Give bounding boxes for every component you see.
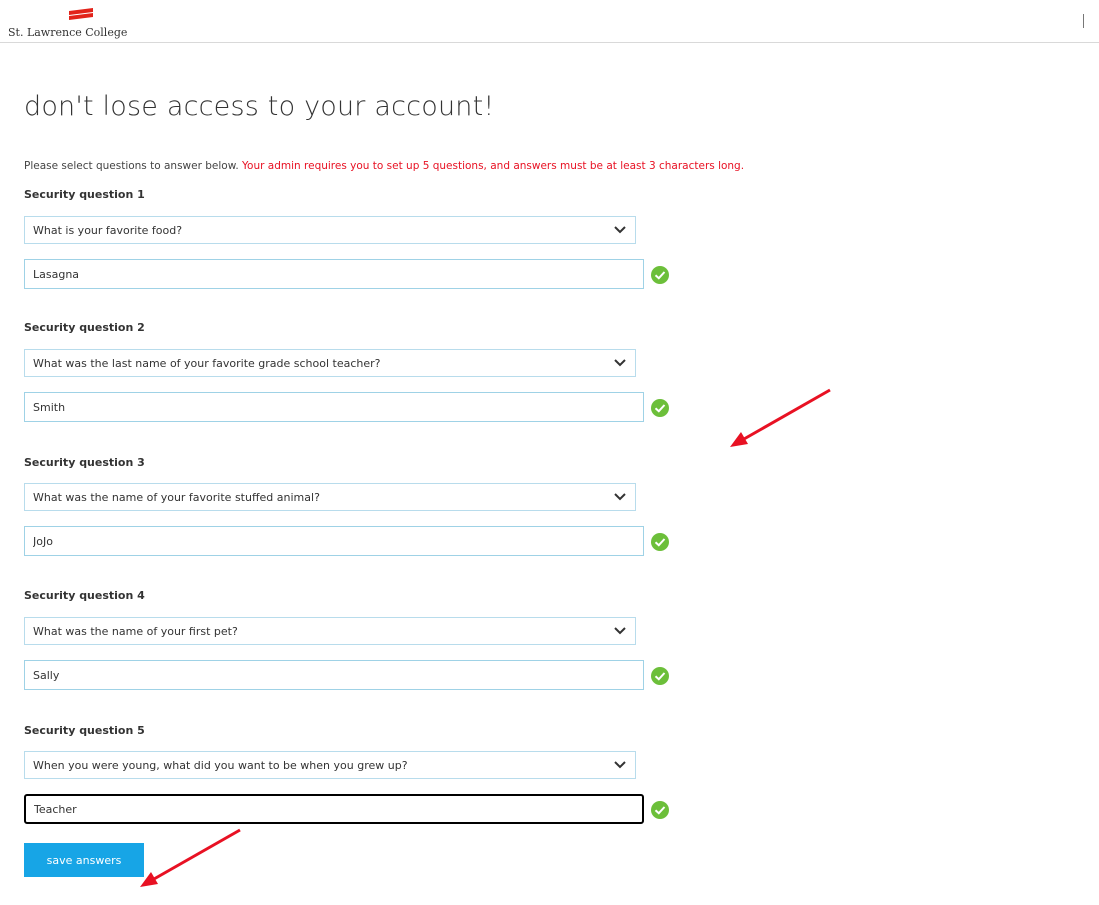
question-2-selected: What was the last name of your favorite … — [33, 357, 381, 370]
question-4-selected: What was the name of your first pet? — [33, 625, 238, 638]
requirement-text: Your admin requires you to set up 5 ques… — [242, 160, 745, 172]
question-1-answer[interactable] — [24, 259, 644, 289]
page-title: don't lose access to your account! — [24, 91, 495, 122]
chevron-down-icon — [614, 761, 626, 769]
instructions: Please select questions to answer below.… — [24, 160, 744, 172]
chevron-down-icon — [614, 359, 626, 367]
question-3-selected: What was the name of your favorite stuff… — [33, 491, 320, 504]
question-1-label: Security question 1 — [24, 188, 145, 201]
check-circle-icon — [651, 533, 669, 551]
question-1-select[interactable]: What is your favorite food? — [24, 216, 636, 244]
check-circle-icon — [651, 667, 669, 685]
question-3-label: Security question 3 — [24, 456, 145, 469]
question-4-select[interactable]: What was the name of your first pet? — [24, 617, 636, 645]
save-answers-button[interactable]: save answers — [24, 843, 144, 877]
question-4-answer[interactable] — [24, 660, 644, 690]
college-logo[interactable]: St. Lawrence College — [8, 8, 148, 42]
top-bar: St. Lawrence College — [0, 0, 1099, 43]
chevron-down-icon — [614, 226, 626, 234]
instructions-text: Please select questions to answer below. — [24, 160, 239, 172]
question-3-select[interactable]: What was the name of your favorite stuff… — [24, 483, 636, 511]
question-5-answer[interactable] — [24, 794, 644, 824]
question-5-select[interactable]: When you were young, what did you want t… — [24, 751, 636, 779]
red-arrow-icon — [140, 828, 241, 887]
question-4-label: Security question 4 — [24, 589, 145, 602]
question-2-answer[interactable] — [24, 392, 644, 422]
question-2-select[interactable]: What was the last name of your favorite … — [24, 349, 636, 377]
college-logo-text: St. Lawrence College — [8, 26, 128, 39]
college-logo-icon — [69, 8, 93, 20]
header-divider — [1083, 14, 1084, 28]
chevron-down-icon — [614, 627, 626, 635]
check-circle-icon — [651, 266, 669, 284]
chevron-down-icon — [614, 493, 626, 501]
check-circle-icon — [651, 399, 669, 417]
question-2-label: Security question 2 — [24, 321, 145, 334]
red-arrow-icon — [730, 388, 831, 447]
question-5-selected: When you were young, what did you want t… — [33, 759, 408, 772]
question-1-selected: What is your favorite food? — [33, 224, 183, 237]
question-3-answer[interactable] — [24, 526, 644, 556]
question-5-label: Security question 5 — [24, 724, 145, 737]
check-circle-icon — [651, 801, 669, 819]
